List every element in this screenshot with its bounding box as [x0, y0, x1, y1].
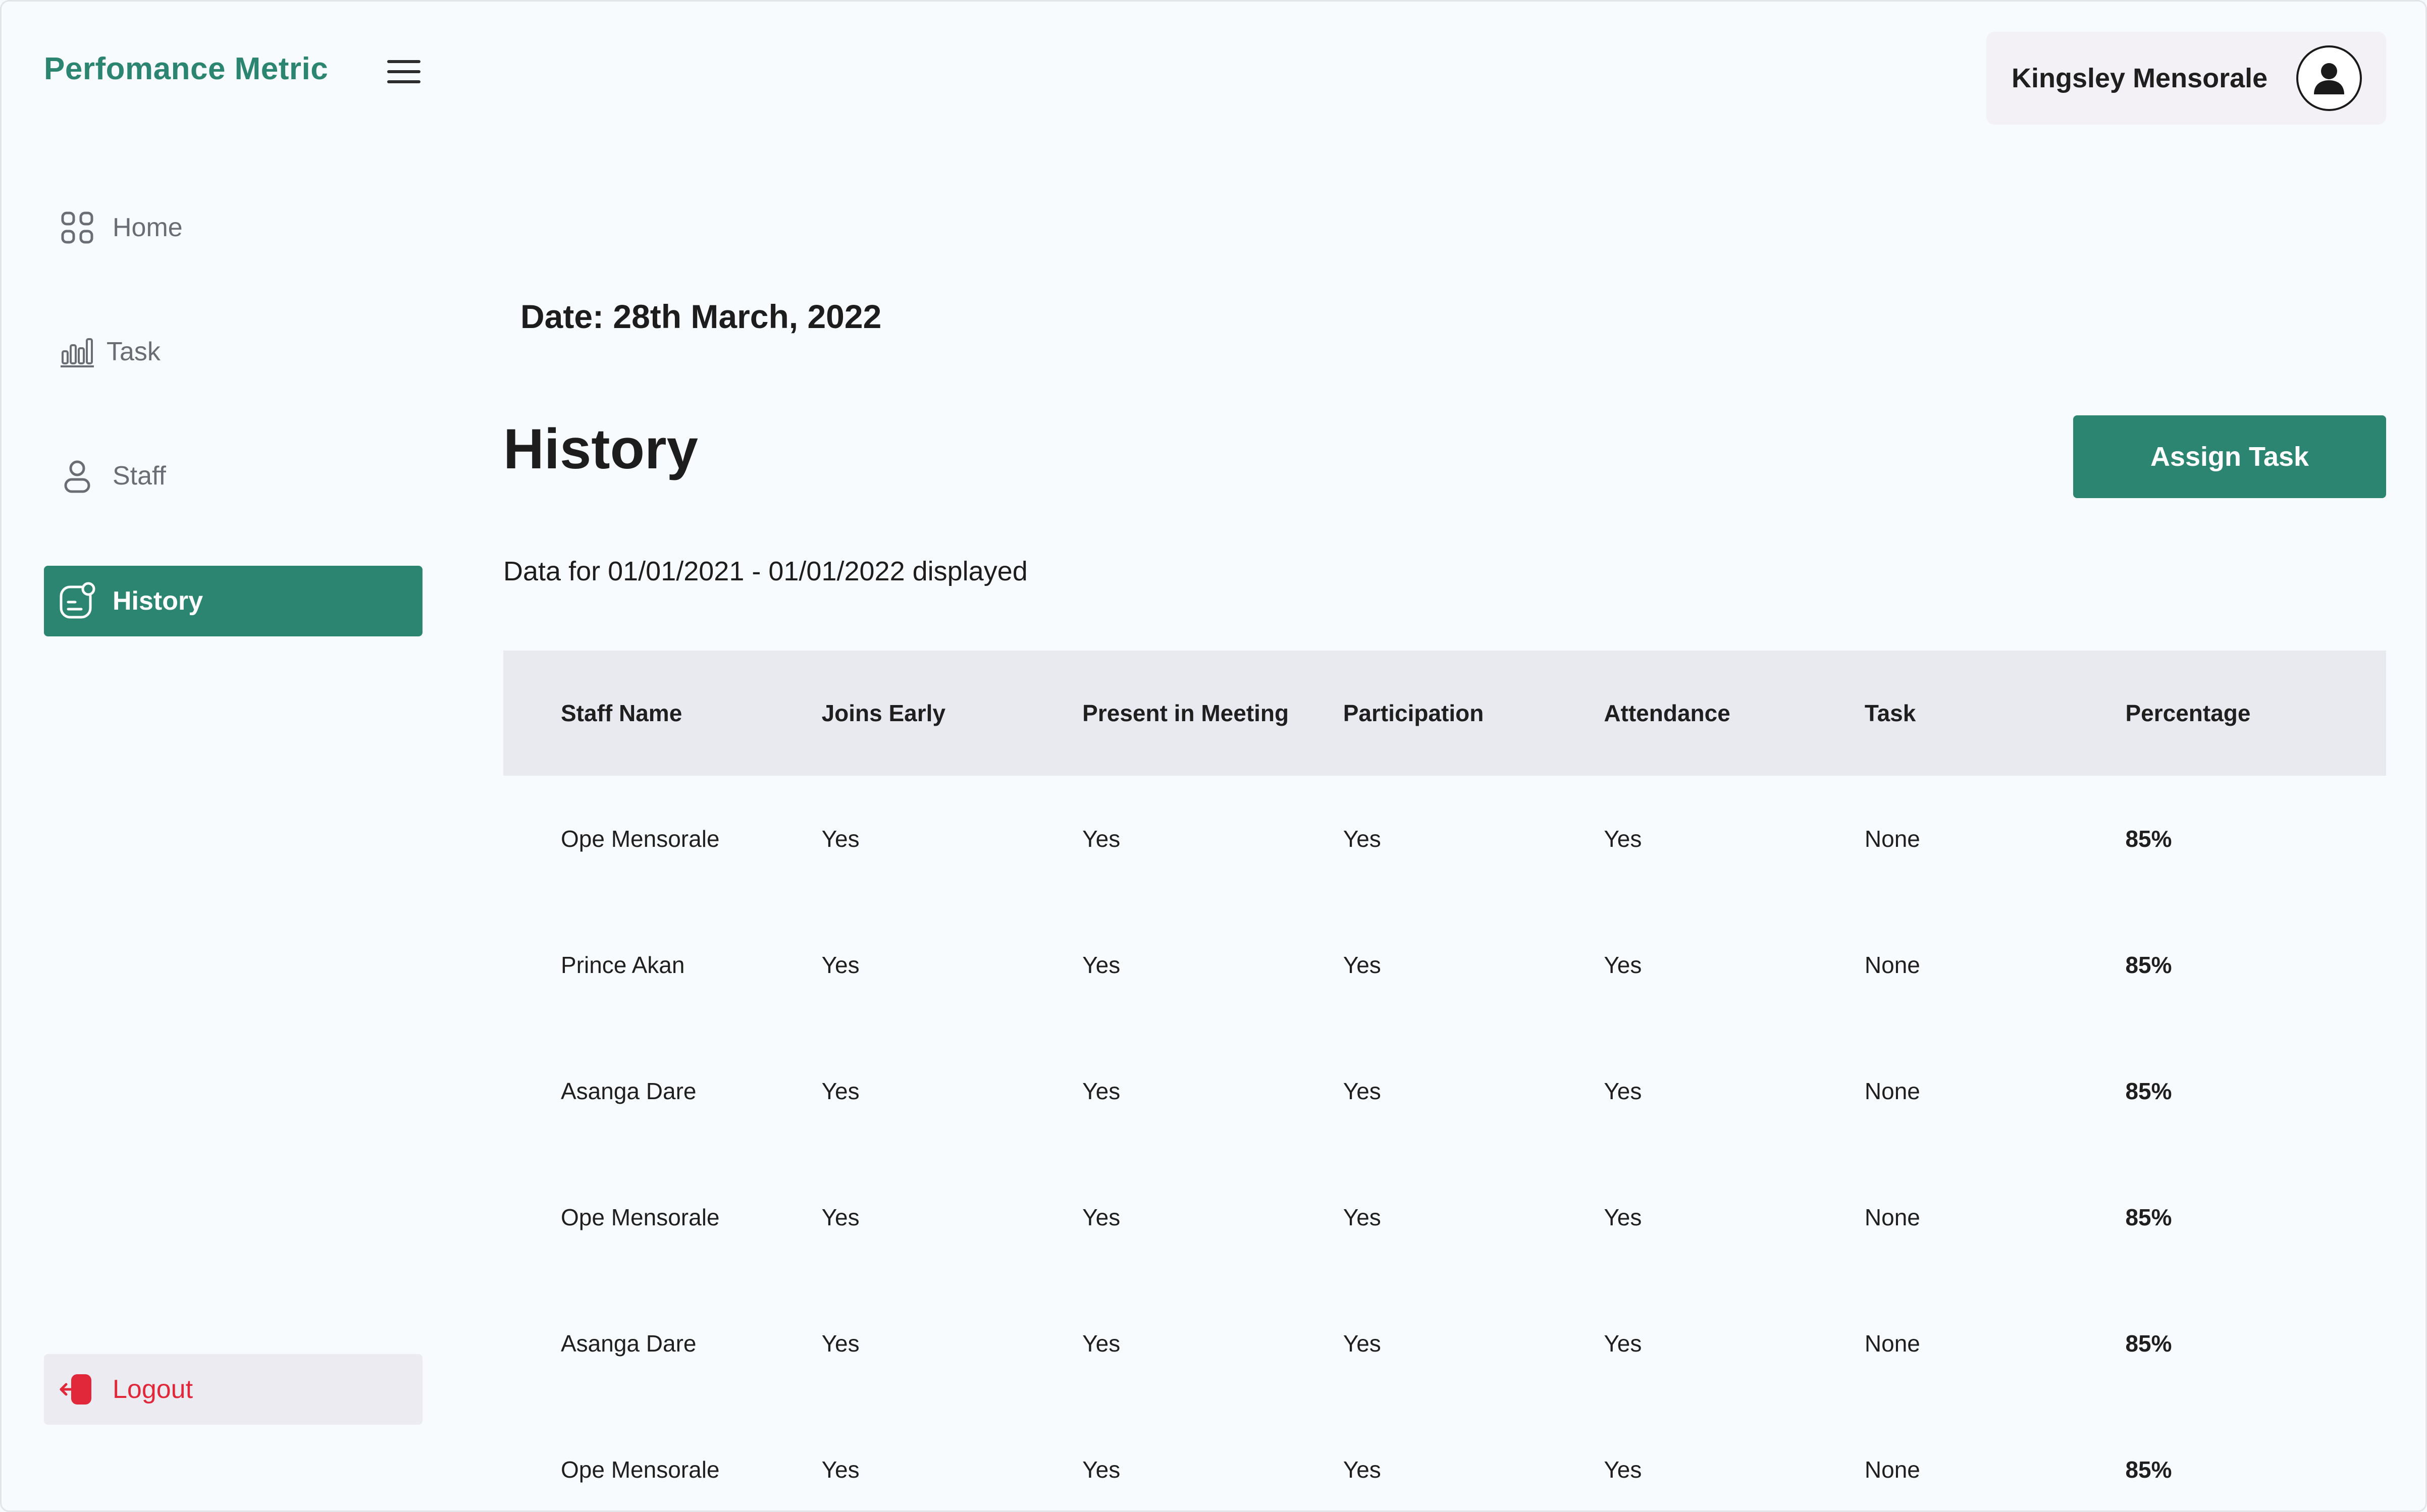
table-cell: Asanga Dare [561, 1078, 697, 1104]
logout-button[interactable]: Logout [44, 1354, 423, 1425]
table-cell: Prince Akan [561, 952, 685, 978]
table-cell: Yes [1343, 826, 1381, 852]
table-cell: Yes [1082, 952, 1121, 978]
grid-icon [57, 207, 97, 248]
table-cell: None [1864, 1330, 1920, 1357]
table-row[interactable]: Asanga Dare Yes Yes Yes Yes None 85% [503, 1028, 2386, 1154]
app-window: Perfomance Metric Home Task Staff Histor… [0, 0, 2427, 1512]
table-cell: Yes [1082, 1456, 1121, 1483]
table-row[interactable]: Ope Mensorale Yes Yes Yes Yes None 85% [503, 1407, 2386, 1510]
sidebar-item-label: Task [107, 337, 161, 366]
table-cell: Yes [1604, 952, 1642, 978]
user-profile-card[interactable]: Kingsley Mensorale [1986, 32, 2386, 125]
table-cell: Yes [821, 1330, 860, 1357]
user-name: Kingsley Mensorale [2012, 63, 2268, 93]
table-cell: Yes [821, 1204, 860, 1230]
table-cell: None [1864, 1456, 1920, 1483]
table-row[interactable]: Ope Mensorale Yes Yes Yes Yes None 85% [503, 1154, 2386, 1280]
user-icon [57, 456, 97, 496]
table-cell: Yes [821, 952, 860, 978]
table-cell: Asanga Dare [561, 1330, 697, 1357]
table-cell: Ope Mensorale [561, 1204, 720, 1230]
table-cell: Yes [1343, 1456, 1381, 1483]
table-cell: Yes [1604, 1204, 1642, 1230]
table-cell: None [1864, 1078, 1920, 1104]
logout-icon [57, 1369, 97, 1410]
history-table: Staff Name Joins Early Present in Meetin… [503, 651, 2386, 1510]
history-icon [57, 581, 97, 621]
sidebar-item-label: Home [113, 213, 183, 242]
table-cell: 85% [2125, 1456, 2172, 1483]
table-cell: None [1864, 952, 1920, 978]
sidebar-item-history[interactable]: History [44, 566, 423, 636]
sidebar-item-home[interactable]: Home [44, 192, 423, 263]
table-cell: None [1864, 826, 1920, 852]
menu-icon[interactable] [387, 60, 420, 83]
table-cell: Yes [1604, 1078, 1642, 1104]
avatar[interactable] [2296, 45, 2362, 111]
table-cell: Yes [1343, 1330, 1381, 1357]
sidebar-item-label: Staff [113, 461, 167, 491]
table-cell: Yes [821, 1078, 860, 1104]
table-cell: Yes [1082, 1078, 1121, 1104]
table-cell: 85% [2125, 1078, 2172, 1104]
column-header[interactable]: Staff Name [503, 699, 822, 727]
table-cell: Yes [1343, 1078, 1381, 1104]
table-row[interactable]: Ope Mensorale Yes Yes Yes Yes None 85% [503, 776, 2386, 902]
table-cell: Yes [821, 1456, 860, 1483]
table-cell: Ope Mensorale [561, 826, 720, 852]
table-cell: Yes [821, 826, 860, 852]
table-row[interactable]: Asanga Dare Yes Yes Yes Yes None 85% [503, 1280, 2386, 1407]
table-cell: 85% [2125, 1204, 2172, 1230]
assign-task-button[interactable]: Assign Task [2073, 415, 2386, 498]
column-header[interactable]: Joins Early [822, 699, 1083, 727]
table-cell: Yes [1343, 952, 1381, 978]
table-cell: Yes [1082, 826, 1121, 852]
table-cell: Yes [1082, 1204, 1121, 1230]
table-cell: Yes [1082, 1330, 1121, 1357]
table-header: Staff Name Joins Early Present in Meetin… [503, 651, 2386, 776]
sidebar-item-label: History [113, 586, 203, 616]
column-header[interactable]: Task [1865, 699, 2126, 727]
logout-label: Logout [113, 1375, 193, 1404]
table-cell: 85% [2125, 1330, 2172, 1357]
bar-chart-icon [57, 332, 97, 372]
table-cell: None [1864, 1204, 1920, 1230]
table-cell: Yes [1604, 826, 1642, 852]
table-cell: Yes [1604, 1456, 1642, 1483]
table-cell: Yes [1604, 1330, 1642, 1357]
table-row[interactable]: Prince Akan Yes Yes Yes Yes None 85% [503, 902, 2386, 1028]
page-title: History [503, 417, 698, 480]
current-date: Date: 28th March, 2022 [520, 298, 882, 335]
sidebar-item-staff[interactable]: Staff [44, 441, 423, 511]
brand-title: Perfomance Metric [44, 51, 329, 86]
table-body: Ope Mensorale Yes Yes Yes Yes None 85% Prince A… [503, 776, 2386, 1510]
column-header[interactable]: Attendance [1604, 699, 1865, 727]
column-header[interactable]: Present in Meeting [1082, 699, 1343, 727]
table-cell: Ope Mensorale [561, 1456, 720, 1483]
table-cell: 85% [2125, 826, 2172, 852]
user-avatar-icon [2314, 63, 2344, 94]
sidebar-item-task[interactable]: Task [44, 316, 423, 387]
table-cell: Yes [1343, 1204, 1381, 1230]
table-cell: 85% [2125, 952, 2172, 978]
column-header[interactable]: Participation [1343, 699, 1604, 727]
column-header[interactable]: Percentage [2125, 699, 2386, 727]
date-range-text: Data for 01/01/2021 - 01/01/2022 display… [503, 556, 1028, 586]
